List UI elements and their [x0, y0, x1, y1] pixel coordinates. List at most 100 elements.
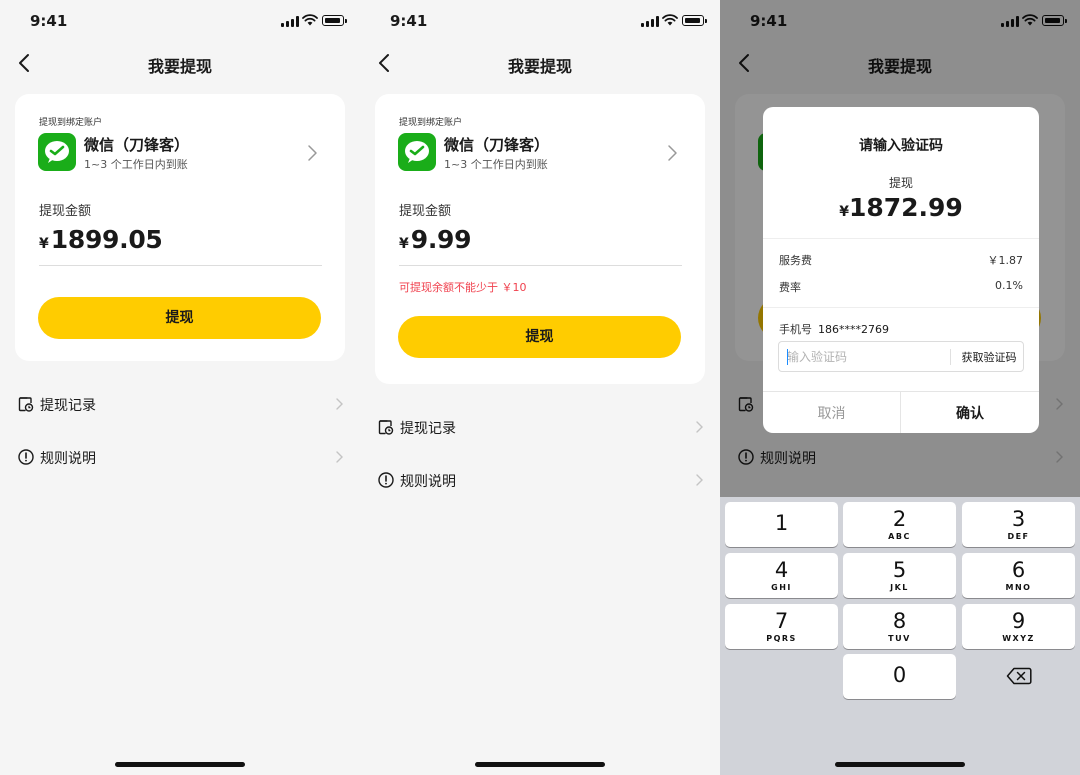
key-0[interactable]: 0 — [843, 654, 956, 699]
dialog-footer: 取消 确认 — [763, 391, 1039, 433]
key-number: 7 — [774, 609, 789, 633]
delete-backspace-icon — [1006, 667, 1032, 685]
key-3[interactable]: 3 DEF — [962, 502, 1075, 547]
key-number: 9 — [1011, 609, 1026, 633]
stage: 9:41 我要提现 提现到绑定账户 微信（刀锋客） 1~3 个工作日内到账 提现… — [0, 0, 1080, 775]
withdraw-card: 提现到绑定账户 微信（刀锋客） 1~3 个工作日内到账 提现金额 ¥9.99 可… — [375, 94, 705, 384]
key-number: 3 — [1011, 507, 1026, 531]
key-number: 8 — [892, 609, 907, 633]
dialog-amount-value: 1872.99 — [848, 193, 963, 222]
key-5[interactable]: 5 JKL — [843, 553, 956, 598]
screen-verification: 9:41 我要提现 规则说明 请输入验证码 提现 ¥1872.99 服务费 ￥1… — [720, 0, 1080, 775]
key-letters: ABC — [888, 532, 911, 541]
currency-symbol: ¥ — [39, 236, 49, 252]
nav-bar: 我要提现 — [360, 44, 720, 84]
key-letters: DEF — [1007, 532, 1030, 541]
status-time: 9:41 — [390, 12, 428, 30]
menu-item-rules[interactable]: 规则说明 — [360, 468, 720, 494]
withdraw-button[interactable]: 提现 — [398, 316, 681, 358]
rate-label: 费率 — [779, 281, 801, 294]
key-7[interactable]: 7 PQRS — [725, 604, 838, 649]
wifi-icon — [662, 14, 678, 26]
account-name[interactable]: 微信（刀锋客） — [84, 134, 189, 155]
key-letters: GHI — [771, 583, 792, 592]
menu-label-rules: 规则说明 — [400, 474, 456, 490]
amount-field[interactable]: ¥9.99 — [399, 225, 472, 254]
numeric-keypad: 1 2 ABC 3 DEF 4 GHI 5 JKL 6 MNO 7 PQRS 8 TUV 9W… — [720, 497, 1080, 775]
signal-icon — [641, 16, 659, 27]
menu-item-records[interactable]: 提现记录 — [360, 415, 720, 441]
account-name[interactable]: 微信（刀锋客） — [444, 134, 549, 155]
key-2[interactable]: 2 ABC — [843, 502, 956, 547]
get-code-button[interactable]: 获取验证码 — [953, 342, 1025, 371]
amount-field[interactable]: ¥1899.05 — [39, 225, 163, 254]
verification-code-input[interactable] — [780, 343, 948, 370]
phone-label: 手机号 — [779, 323, 812, 336]
key-1[interactable]: 1 — [725, 502, 838, 547]
info-circle-icon — [18, 449, 34, 465]
amount-underline — [39, 265, 322, 266]
status-bar: 9:41 — [0, 0, 360, 40]
key-letters: MNO — [1005, 583, 1032, 592]
info-circle-icon — [378, 472, 394, 488]
menu-item-rules[interactable]: 规则说明 — [0, 445, 360, 471]
phone-row: 手机号 186****2769 — [779, 321, 889, 337]
page-title: 我要提现 — [147, 57, 212, 76]
key-number: 4 — [774, 558, 789, 582]
account-arrival-time: 1~3 个工作日内到账 — [84, 158, 188, 171]
amount-value[interactable]: 1899.05 — [51, 225, 163, 254]
fee-row: 服务费 ￥1.87 — [779, 252, 1023, 268]
divider — [950, 349, 951, 365]
min-amount-warning: 可提现余额不能少于 ￥10 — [399, 281, 527, 294]
key-number: 6 — [1011, 558, 1026, 582]
wifi-icon — [302, 14, 318, 26]
wechat-icon — [398, 133, 436, 171]
rate-row: 费率 0.1% — [779, 279, 1023, 295]
withdraw-button[interactable]: 提现 — [38, 297, 321, 339]
verification-dialog: 请输入验证码 提现 ¥1872.99 服务费 ￥1.87 费率 0.1% 手机号… — [763, 107, 1039, 433]
key-letters: JKL — [890, 583, 909, 592]
rate-value: 0.1% — [995, 279, 1023, 292]
dialog-title: 请输入验证码 — [859, 138, 943, 154]
status-bar: 9:41 — [360, 0, 720, 40]
screen-withdraw-default: 9:41 我要提现 提现到绑定账户 微信（刀锋客） 1~3 个工作日内到账 提现… — [0, 0, 360, 775]
account-arrival-time: 1~3 个工作日内到账 — [444, 158, 548, 171]
chevron-right-icon — [696, 421, 703, 433]
menu-item-records[interactable]: 提现记录 — [0, 392, 360, 418]
record-clock-icon — [378, 420, 394, 435]
chevron-right-icon — [696, 474, 703, 486]
signal-icon — [281, 16, 299, 27]
key-6[interactable]: 6 MNO — [962, 553, 1075, 598]
cancel-button[interactable]: 取消 — [763, 392, 900, 433]
key-8[interactable]: 8 TUV — [843, 604, 956, 649]
chevron-right-icon[interactable] — [306, 144, 318, 162]
key-letters: WXYZ — [1002, 634, 1035, 643]
menu-label-records: 提现记录 — [40, 398, 96, 414]
battery-icon — [682, 15, 707, 26]
delete-key[interactable] — [962, 654, 1075, 699]
wechat-icon — [38, 133, 76, 171]
chevron-right-icon — [336, 398, 343, 410]
key-number: 5 — [892, 558, 907, 582]
nav-bar: 我要提现 — [0, 44, 360, 84]
phone-value: 186****2769 — [818, 323, 889, 336]
currency-symbol: ¥ — [839, 204, 849, 220]
divider — [763, 307, 1039, 308]
record-clock-icon — [18, 397, 34, 412]
menu-label-rules: 规则说明 — [40, 451, 96, 467]
confirm-button[interactable]: 确认 — [901, 392, 1039, 433]
key-letters: PQRS — [766, 634, 797, 643]
home-indicator — [475, 762, 605, 767]
status-time: 9:41 — [30, 12, 68, 30]
key-4[interactable]: 4 GHI — [725, 553, 838, 598]
dialog-subtitle: 提现 — [888, 176, 913, 190]
home-indicator — [835, 762, 965, 767]
key-9[interactable]: 9 WXYZ — [962, 604, 1075, 649]
amount-value[interactable]: 9.99 — [411, 225, 472, 254]
battery-icon — [322, 15, 347, 26]
key-number: 1 — [774, 511, 789, 535]
amount-label: 提现金额 — [39, 204, 92, 219]
page-title: 我要提现 — [507, 57, 572, 76]
chevron-right-icon[interactable] — [666, 144, 678, 162]
key-letters: TUV — [888, 634, 911, 643]
